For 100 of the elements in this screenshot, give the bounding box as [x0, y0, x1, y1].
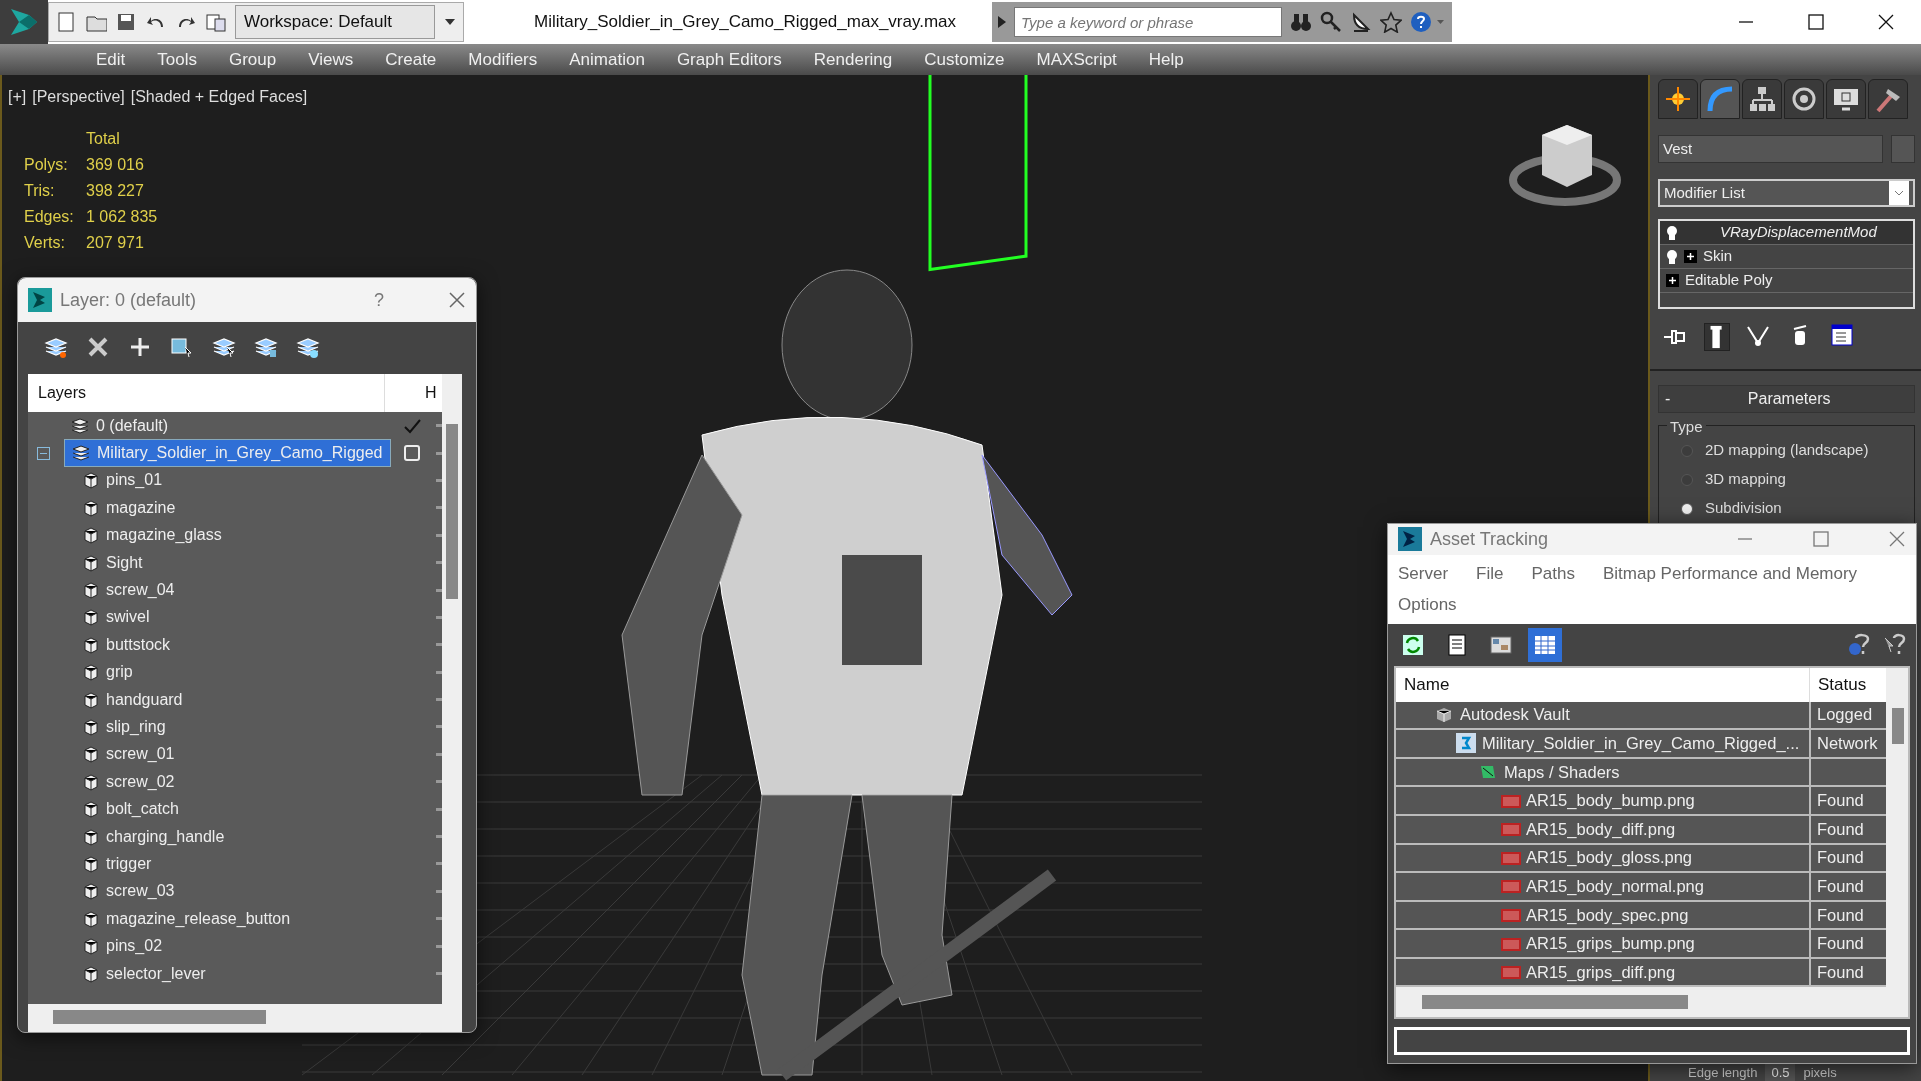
layer-object-item[interactable]: swivel	[106, 605, 430, 630]
menu-item[interactable]: Rendering	[797, 46, 909, 73]
column-header[interactable]: H	[425, 381, 437, 405]
expand-arrow-icon[interactable]	[998, 16, 1007, 28]
layer-object-item[interactable]: screw_04	[106, 578, 430, 603]
asset-name[interactable]: AR15_body_spec.png	[1526, 902, 1689, 928]
close-icon[interactable]	[1877, 13, 1895, 31]
expand-plus-icon[interactable]	[1666, 274, 1679, 287]
add-icon[interactable]	[128, 335, 152, 359]
horizontal-scrollbar[interactable]	[53, 1010, 266, 1024]
layer-object-item[interactable]: magazine_release_button	[106, 906, 430, 931]
column-header[interactable]: Name	[1396, 667, 1809, 702]
rollout-title[interactable]: Parameters	[1670, 387, 1908, 411]
menu-item[interactable]: Options	[1398, 592, 1457, 618]
highlight-layer-icon[interactable]	[254, 335, 278, 359]
command-panel-tab[interactable]	[1658, 79, 1698, 119]
asset-name[interactable]: AR15_grips_bump.png	[1526, 931, 1695, 956]
layer-object-item[interactable]: screw_01	[106, 742, 430, 767]
binoculars-icon[interactable]	[1290, 11, 1313, 33]
menu-item[interactable]: Bitmap Performance and Memory	[1602, 560, 1858, 587]
menu-item[interactable]: Paths	[1531, 560, 1575, 587]
layer-object-item[interactable]: Sight	[106, 550, 430, 575]
menu-item[interactable]: Edit	[80, 46, 142, 73]
search-field[interactable]: Type a keyword or phrase	[1014, 7, 1283, 37]
select-layer-icon[interactable]	[212, 335, 236, 359]
vertical-scrollbar[interactable]	[446, 424, 458, 599]
save-icon[interactable]	[115, 11, 137, 33]
asset-name[interactable]: AR15_body_diff.png	[1526, 816, 1676, 842]
delete-icon[interactable]	[86, 335, 110, 359]
layer-object-item[interactable]: buttstock	[106, 632, 430, 657]
select-cube-icon[interactable]	[170, 335, 194, 359]
layer-object-item[interactable]: charging_handle	[106, 824, 430, 849]
help-icon[interactable]	[1846, 631, 1872, 658]
layer-object-item[interactable]: grip	[106, 660, 430, 685]
new-file-icon[interactable]	[55, 11, 77, 33]
workspace-dropdown[interactable]: Workspace: Default	[235, 5, 435, 39]
menu-item[interactable]: Views	[292, 46, 370, 73]
checkbox-icon[interactable]	[403, 444, 421, 463]
light-bulb-icon[interactable]	[1666, 248, 1678, 265]
asset-name[interactable]: Autodesk Vault	[1460, 702, 1570, 728]
layer-settings-icon[interactable]	[296, 335, 320, 359]
star-icon[interactable]	[1380, 11, 1403, 33]
menu-item[interactable]: Group	[213, 46, 293, 73]
rollout-toggle[interactable]: -	[1665, 387, 1671, 411]
modifier-stack-item[interactable]: VRayDisplacementMod	[1660, 221, 1913, 245]
app-logo[interactable]	[0, 0, 48, 44]
menu-item[interactable]: Tools	[141, 46, 213, 73]
menu-item[interactable]: MAXScript	[1020, 46, 1133, 73]
light-bulb-icon[interactable]	[1666, 224, 1678, 241]
project-icon[interactable]	[205, 11, 227, 33]
show-end-result-icon[interactable]	[1704, 323, 1730, 351]
layer-item[interactable]: 0 (default)	[64, 412, 391, 440]
path-field[interactable]	[1394, 1027, 1910, 1055]
layer-object-item[interactable]: trigger	[106, 851, 430, 876]
asset-name[interactable]: AR15_body_bump.png	[1526, 788, 1695, 813]
view-cube-icon[interactable]	[1509, 125, 1621, 206]
asset-name[interactable]: Maps / Shaders	[1504, 759, 1620, 785]
menu-item[interactable]: File	[1476, 560, 1504, 587]
viewport-label[interactable]: [Perspective]	[32, 85, 125, 109]
layer-object-item[interactable]: bolt_catch	[106, 797, 430, 822]
collapse-toggle-icon[interactable]	[36, 446, 50, 460]
asset-name[interactable]: AR15_body_gloss.png	[1526, 845, 1693, 871]
satellite-dish-icon[interactable]	[1350, 11, 1373, 33]
object-name-field[interactable]: Vest	[1658, 135, 1883, 163]
new-layer-icon[interactable]	[44, 335, 68, 359]
asset-name[interactable]: Military_Soldier_in_Grey_Camo_Rigged_...	[1482, 731, 1800, 756]
menu-item[interactable]: Modifiers	[452, 46, 554, 73]
vertical-scrollbar[interactable]	[1892, 707, 1904, 744]
layer-object-item[interactable]: magazine_glass	[106, 523, 430, 548]
command-panel-tab[interactable]	[1700, 79, 1740, 119]
horizontal-scrollbar[interactable]	[1422, 995, 1688, 1010]
modifier-stack-item[interactable]: Editable Poly	[1660, 269, 1913, 293]
command-panel-tab[interactable]	[1868, 79, 1908, 119]
layer-object-item[interactable]: pins_02	[106, 934, 430, 959]
layer-object-item[interactable]: slip_ring	[106, 715, 430, 739]
viewport-label[interactable]: [+]	[8, 85, 27, 109]
radio-button[interactable]	[1681, 502, 1693, 515]
layer-object-item[interactable]: pins_01	[106, 468, 430, 493]
modifier-stack-item[interactable]: Skin	[1660, 245, 1913, 269]
layer-object-item[interactable]: screw_02	[106, 769, 430, 794]
menu-item[interactable]: Server	[1398, 560, 1449, 587]
key-icon[interactable]	[1320, 11, 1343, 33]
expand-plus-icon[interactable]	[1684, 250, 1697, 263]
menu-item[interactable]: Graph Editors	[660, 46, 798, 73]
command-panel-tab[interactable]	[1826, 79, 1866, 119]
asset-name[interactable]: AR15_grips_diff.png	[1526, 959, 1676, 985]
view-mode-button[interactable]	[1528, 627, 1562, 662]
asset-name[interactable]: AR15_body_normal.png	[1526, 874, 1704, 899]
help-icon[interactable]	[1410, 11, 1447, 33]
modifier-list-dropdown[interactable]: Modifier List	[1658, 179, 1915, 207]
viewport-label[interactable]: [Shaded + Edged Faces]	[130, 85, 308, 109]
menu-item[interactable]: Customize	[908, 46, 1021, 73]
column-header[interactable]: Status	[1809, 667, 1886, 702]
help-button[interactable]: ?	[374, 286, 384, 314]
menu-item[interactable]: Help	[1132, 46, 1200, 73]
layer-object-item[interactable]: magazine	[106, 495, 430, 520]
command-panel-tab[interactable]	[1784, 79, 1824, 119]
object-color-swatch[interactable]	[1891, 135, 1915, 163]
menu-item[interactable]: Create	[369, 46, 453, 73]
maximize-icon[interactable]	[1807, 13, 1825, 31]
